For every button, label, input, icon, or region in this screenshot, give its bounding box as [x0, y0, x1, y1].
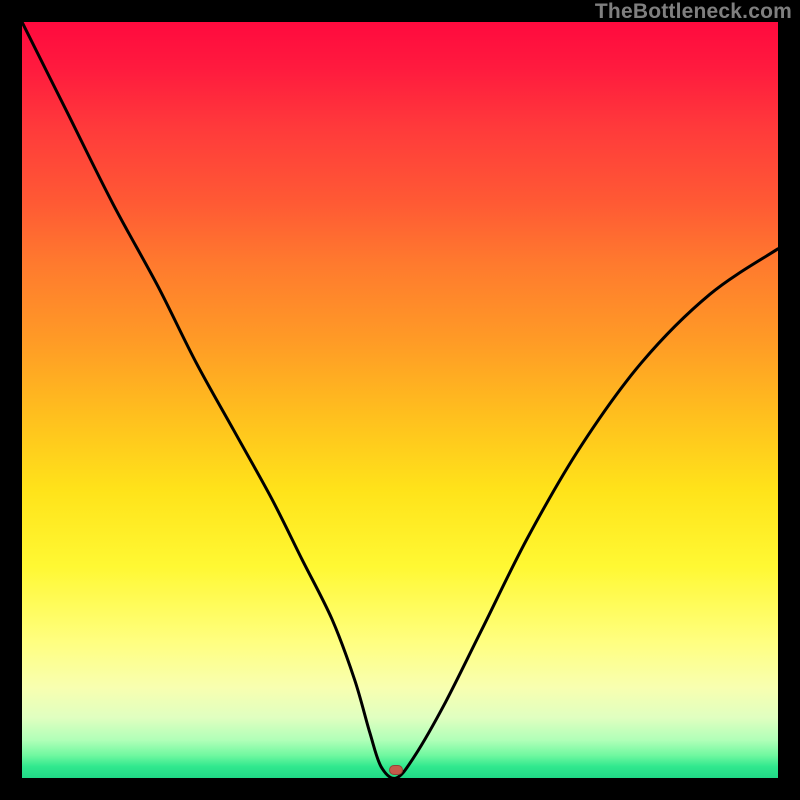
optimal-marker	[389, 765, 403, 775]
watermark-text: TheBottleneck.com	[595, 0, 792, 24]
bottleneck-curve	[22, 22, 778, 778]
chart-frame: TheBottleneck.com	[0, 0, 800, 800]
plot-area	[22, 22, 778, 778]
curve-path	[22, 22, 778, 778]
